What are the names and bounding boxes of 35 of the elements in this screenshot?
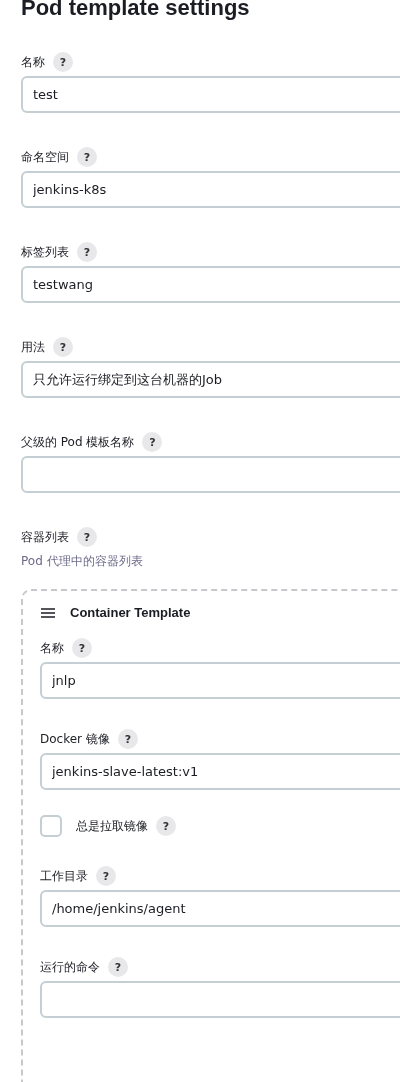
- help-icon[interactable]: ?: [77, 242, 97, 262]
- help-icon[interactable]: ?: [53, 337, 73, 357]
- help-icon[interactable]: ?: [53, 52, 73, 72]
- field-label: 容器列表: [21, 528, 69, 546]
- field-label: Docker 镜像: [40, 730, 110, 748]
- field-label: 父级的 Pod 模板名称: [21, 433, 135, 451]
- checkbox[interactable]: [40, 815, 62, 837]
- field-label: 运行的命令: [40, 958, 100, 976]
- field-label: 工作目录: [40, 867, 88, 885]
- field-description: Pod 代理中的容器列表: [21, 553, 144, 570]
- section-title: Container Template: [70, 605, 191, 620]
- help-icon[interactable]: ?: [77, 527, 97, 547]
- field-label: 命名空间: [21, 148, 69, 166]
- help-icon[interactable]: ?: [72, 638, 92, 658]
- menu-icon[interactable]: [40, 606, 56, 619]
- help-icon[interactable]: ?: [108, 957, 128, 977]
- help-icon[interactable]: ?: [156, 816, 176, 836]
- text-field[interactable]: testwang: [21, 266, 400, 303]
- field-label: 标签列表: [21, 243, 69, 261]
- help-icon[interactable]: ?: [117, 729, 138, 749]
- help-icon[interactable]: ?: [142, 432, 163, 452]
- text-field[interactable]: jenkins-k8s: [21, 171, 400, 208]
- field-label: 名称: [40, 639, 64, 657]
- text-field[interactable]: test: [21, 76, 400, 113]
- checkbox-label: 总是拉取镜像: [76, 817, 148, 835]
- text-field[interactable]: [40, 981, 400, 1018]
- help-icon[interactable]: ?: [96, 866, 116, 886]
- text-field[interactable]: jenkins-slave-latest:v1: [40, 753, 400, 790]
- text-field[interactable]: 只允许运行绑定到这台机器的Job: [21, 361, 400, 398]
- help-icon[interactable]: ?: [77, 147, 97, 167]
- text-field[interactable]: jnlp: [40, 662, 400, 699]
- field-label: 用法: [21, 338, 45, 356]
- field-label: 名称: [21, 53, 45, 71]
- text-field[interactable]: [21, 456, 400, 493]
- text-field[interactable]: /home/jenkins/agent: [40, 890, 400, 927]
